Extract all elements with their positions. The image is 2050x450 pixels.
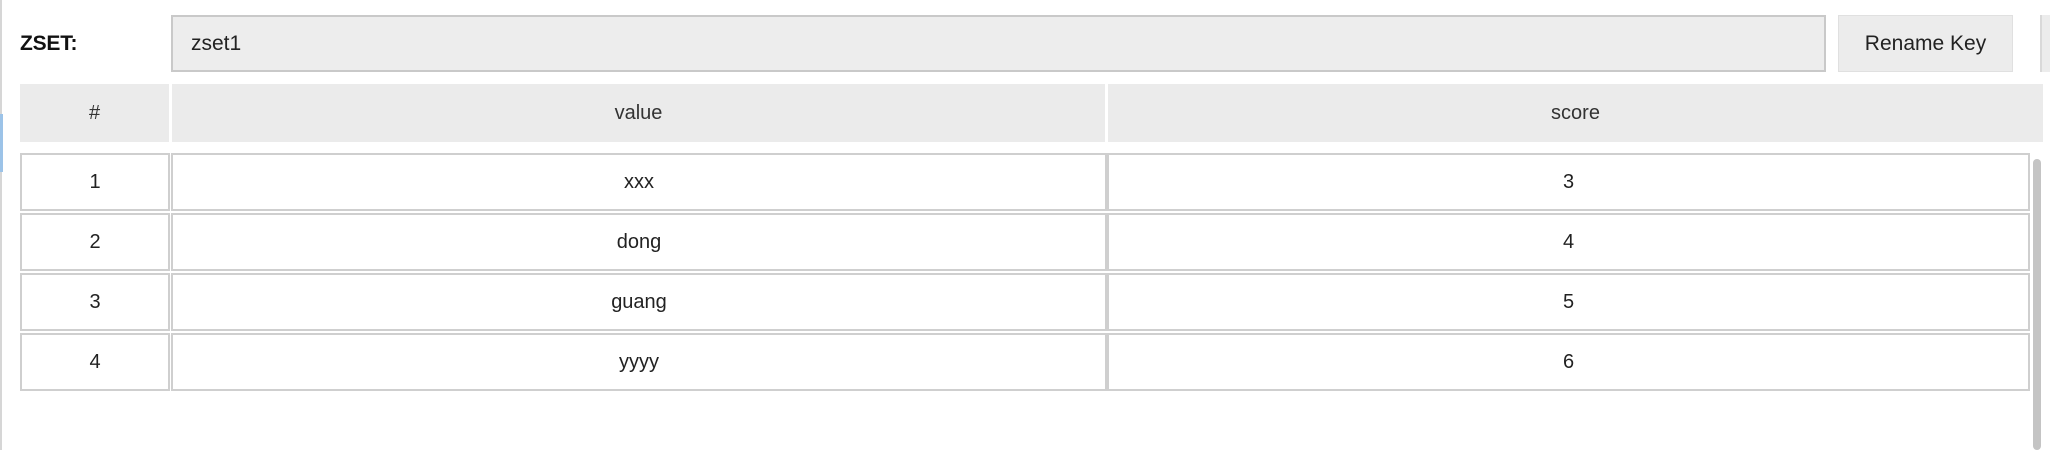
cell-score[interactable]: 4 (1107, 213, 2030, 271)
cell-value[interactable]: xxx (171, 153, 1107, 211)
scrollbar-thumb[interactable] (2033, 159, 2041, 450)
column-header-score[interactable]: score (1108, 84, 2043, 142)
cell-value[interactable]: dong (171, 213, 1107, 271)
column-header-index[interactable]: # (20, 84, 169, 142)
cell-score[interactable]: 5 (1107, 273, 2030, 331)
cell-value[interactable]: yyyy (171, 333, 1107, 391)
table-header: # value score (20, 84, 2043, 142)
cell-index[interactable]: 1 (20, 153, 170, 211)
table-scrollbar[interactable] (2031, 153, 2043, 450)
cell-value[interactable]: guang (171, 273, 1107, 331)
cell-index[interactable]: 4 (20, 333, 170, 391)
cell-index[interactable]: 2 (20, 213, 170, 271)
table-row[interactable]: 1 xxx 3 (20, 153, 2030, 211)
cell-score[interactable]: 3 (1107, 153, 2030, 211)
cell-index[interactable]: 3 (20, 273, 170, 331)
rename-key-button[interactable]: Rename Key (1838, 15, 2013, 72)
panel-left-border (0, 0, 10, 450)
key-name-input[interactable] (171, 15, 1826, 72)
table-row[interactable]: 4 yyyy 6 (20, 333, 2030, 391)
table-row[interactable]: 3 guang 5 (20, 273, 2030, 331)
key-type-label: ZSET: (20, 32, 78, 55)
next-toolbar-button[interactable] (2040, 15, 2050, 72)
table-row[interactable]: 2 dong 4 (20, 213, 2030, 271)
zset-editor-panel: ZSET: Rename Key # value score 1 xxx 3 2… (0, 0, 2050, 450)
panel-focus-marker (0, 114, 3, 172)
column-header-value[interactable]: value (172, 84, 1105, 142)
cell-score[interactable]: 6 (1107, 333, 2030, 391)
